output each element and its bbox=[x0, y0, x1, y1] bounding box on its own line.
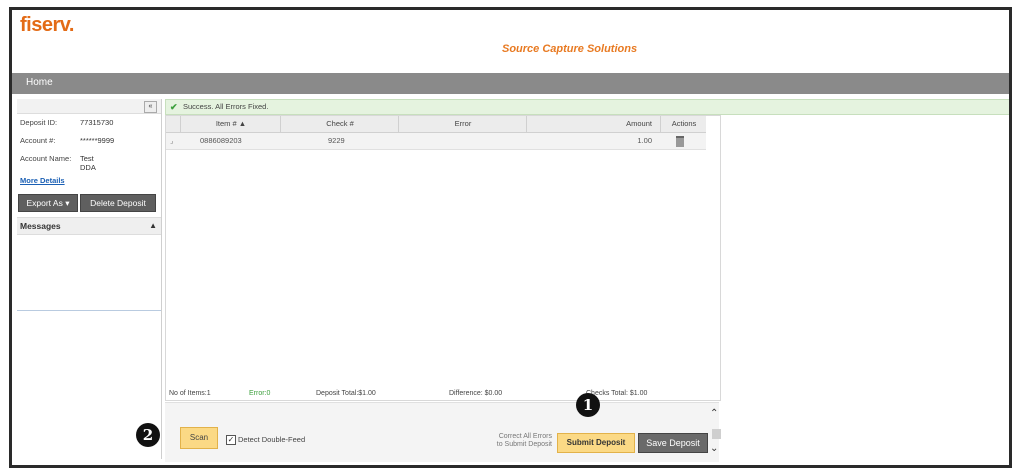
messages-panel-header[interactable]: Messages ▲ bbox=[17, 217, 161, 235]
account-name-label: Account Name: bbox=[20, 154, 72, 163]
scroll-down-icon[interactable]: ⌄ bbox=[710, 443, 718, 454]
column-header-error[interactable]: Error bbox=[398, 116, 527, 132]
submit-hint-line2: to Submit Deposit bbox=[496, 441, 552, 448]
items-grid: Item # ▲ Check # Error Amount Actions ⌟ … bbox=[165, 115, 721, 401]
success-message: Success. All Errors Fixed. bbox=[183, 102, 269, 111]
error-count: Error:0 bbox=[249, 390, 271, 397]
sidebar-header bbox=[17, 99, 161, 114]
column-header-check[interactable]: Check # bbox=[280, 116, 399, 132]
grid-header: Item # ▲ Check # Error Amount Actions bbox=[166, 116, 706, 133]
deposit-id-value: 77315730 bbox=[80, 118, 114, 127]
collapse-sidebar-icon[interactable]: « bbox=[144, 101, 157, 113]
callout-marker-1: 1 bbox=[576, 393, 600, 417]
account-name-row: Account Name: Test DDA bbox=[20, 154, 96, 172]
account-name-value: Test DDA bbox=[80, 154, 96, 172]
checkmark-icon: ✔ bbox=[170, 102, 178, 112]
account-number-row: Account #: ******9999 bbox=[20, 136, 114, 145]
app-title: Source Capture Solutions bbox=[502, 43, 638, 55]
cell-item-number: 0886089203 bbox=[200, 136, 242, 145]
save-deposit-button[interactable]: Save Deposit bbox=[638, 433, 708, 453]
deposit-id-row: Deposit ID: 77315730 bbox=[20, 118, 113, 127]
collapse-up-icon[interactable]: ▲ bbox=[149, 218, 157, 234]
detect-double-feed-label: Detect Double-Feed bbox=[238, 435, 306, 444]
app-window: fiserv. Source Capture Solutions Home « … bbox=[9, 7, 1012, 468]
cell-amount: 1.00 bbox=[637, 136, 652, 145]
scan-button[interactable]: Scan bbox=[180, 427, 218, 449]
success-banner: ✔ Success. All Errors Fixed. bbox=[165, 99, 1009, 115]
grid-summary: No of Items:1 Error:0 Deposit Total:$1.0… bbox=[166, 388, 720, 400]
cell-check-number: 9229 bbox=[328, 136, 345, 145]
column-header-item[interactable]: Item # ▲ bbox=[180, 116, 281, 132]
callout-marker-2: 2 bbox=[136, 423, 160, 447]
export-as-label: Export As bbox=[26, 198, 63, 208]
deposit-id-label: Deposit ID: bbox=[20, 118, 58, 127]
deposit-total: Deposit Total:$1.00 bbox=[316, 390, 376, 397]
account-number-label: Account #: bbox=[20, 136, 56, 145]
row-expand-icon[interactable]: ⌟ bbox=[170, 133, 174, 149]
export-as-button[interactable]: Export As ▾ bbox=[18, 194, 78, 212]
scroll-up-icon[interactable]: ⌃ bbox=[710, 408, 718, 419]
action-bar: Scan ✓ Detect Double-Feed Correct All Er… bbox=[165, 402, 721, 462]
fiserv-logo: fiserv. bbox=[20, 14, 74, 36]
delete-deposit-button[interactable]: Delete Deposit bbox=[80, 194, 156, 212]
table-row[interactable]: ⌟ 0886089203 9229 1.00 bbox=[166, 133, 706, 150]
submit-hint: Correct All Errors to Submit Deposit bbox=[482, 433, 552, 449]
dropdown-arrow-icon: ▾ bbox=[65, 198, 70, 208]
trash-icon[interactable] bbox=[676, 136, 684, 147]
nav-home-link[interactable]: Home bbox=[26, 77, 53, 88]
messages-panel-divider bbox=[17, 310, 161, 311]
scrollbar-thumb[interactable] bbox=[712, 429, 721, 439]
difference-total: Difference: $0.00 bbox=[449, 390, 503, 397]
deposit-sidebar: « Deposit ID: 77315730 Account #: ******… bbox=[17, 99, 162, 459]
account-number-value: ******9999 bbox=[80, 136, 115, 145]
items-count: No of Items:1 bbox=[169, 390, 211, 397]
more-details-link[interactable]: More Details bbox=[20, 176, 65, 185]
submit-hint-line1: Correct All Errors bbox=[498, 433, 552, 440]
submit-deposit-button[interactable]: Submit Deposit bbox=[557, 433, 635, 453]
detect-double-feed-checkbox[interactable]: ✓ bbox=[226, 435, 236, 445]
messages-title: Messages bbox=[20, 221, 61, 231]
column-header-amount[interactable]: Amount bbox=[526, 116, 660, 132]
grid-header-spacer bbox=[166, 116, 180, 132]
column-header-actions: Actions bbox=[660, 116, 707, 132]
nav-bar: Home bbox=[12, 73, 1009, 94]
